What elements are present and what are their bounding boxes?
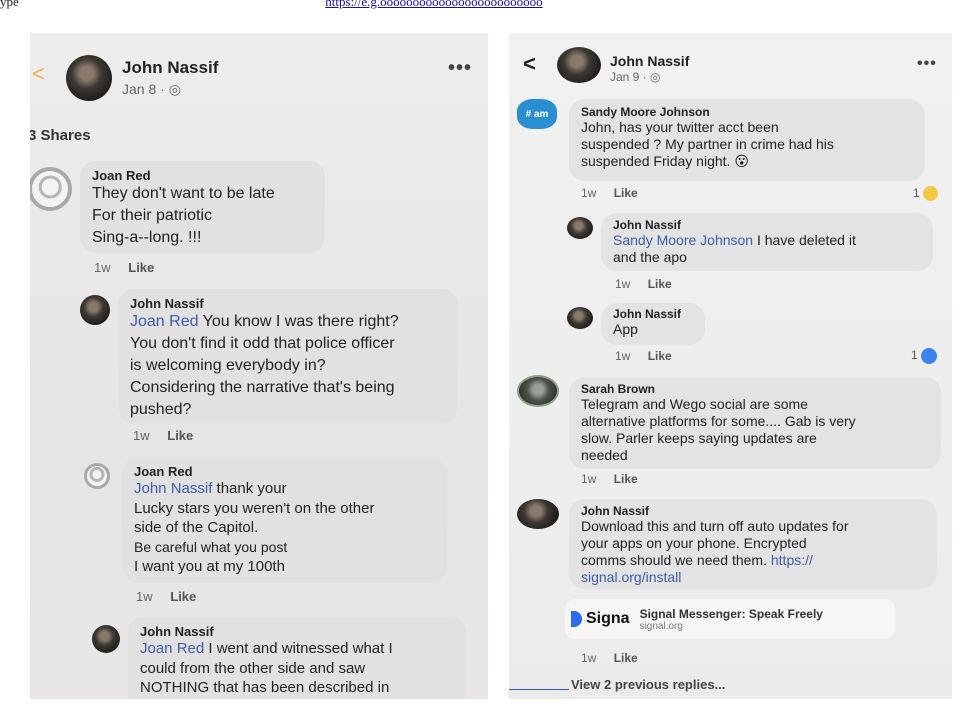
- commenter-name[interactable]: John Nassif: [613, 218, 921, 232]
- comment-time: 1w: [581, 472, 597, 486]
- comment-actions: 1w Like: [581, 472, 652, 486]
- comment-time: 1w: [581, 186, 597, 200]
- avatar[interactable]: [92, 625, 120, 653]
- link-preview-card[interactable]: Signa Signal Messenger: Speak Freely sig…: [565, 599, 895, 639]
- signal-link[interactable]: signal.org/install: [581, 569, 925, 586]
- avatar[interactable]: [66, 55, 112, 101]
- post-date: Jan 8 · ◎: [122, 81, 181, 97]
- back-arrow-icon[interactable]: <: [523, 51, 536, 77]
- commenter-name[interactable]: John Nassif: [581, 504, 925, 518]
- like-button[interactable]: Like: [128, 260, 154, 275]
- caption-link[interactable]: https://e.g.ooooooooooooooooooooooooo: [325, 0, 542, 9]
- comment-text: Telegram and Wego social are some altern…: [581, 396, 856, 463]
- post-date: Jan 9 · ◎: [610, 70, 661, 84]
- commenter-name[interactable]: Joan Red: [92, 168, 313, 183]
- commenter-name[interactable]: Sandy Moore Johnson: [581, 105, 913, 119]
- mention-link[interactable]: Joan Red: [140, 640, 204, 657]
- comment-text: John Nassif thank your Lucky stars you w…: [134, 480, 375, 575]
- comment-time: 1w: [615, 349, 631, 363]
- post-header: < John Nassif Jan 9 · ◎ •••: [509, 33, 952, 93]
- comment-actions: 1w Like: [133, 428, 207, 443]
- comment-text: John, has your twitter acct been suspend…: [581, 119, 834, 169]
- right-screenshot: < John Nassif Jan 9 · ◎ ••• # am Sandy M…: [509, 33, 952, 699]
- comment-bubble: Sandy Moore Johnson John, has your twitt…: [569, 99, 925, 181]
- surprised-emoji-icon: 😮: [734, 153, 749, 169]
- signal-link[interactable]: https://: [771, 552, 813, 568]
- link-domain: signal.org: [639, 620, 683, 632]
- globe-icon: ◎: [168, 81, 181, 97]
- signal-icon: [571, 611, 582, 627]
- comment-text: Sandy Moore Johnson I have deleted it an…: [613, 232, 856, 265]
- comment-text: They don't want to be late For their pat…: [92, 185, 275, 246]
- globe-icon: ◎: [650, 70, 661, 84]
- left-screenshot: < John Nassif Jan 8 · ◎ ••• 3 Shares Joa…: [30, 33, 488, 699]
- comment-bubble: Joan Red John Nassif thank your Lucky st…: [122, 457, 447, 583]
- comment-text: Joan Red I went and witnessed what I cou…: [140, 640, 393, 696]
- commenter-name[interactable]: John Nassif: [140, 624, 454, 639]
- commenter-name[interactable]: John Nassif: [613, 307, 693, 321]
- comment-bubble: John Nassif Download this and turn off a…: [569, 499, 937, 589]
- like-button[interactable]: Like: [614, 472, 638, 486]
- like-button[interactable]: Like: [648, 277, 672, 291]
- back-arrow-icon[interactable]: <: [32, 61, 45, 87]
- link-title: Signal Messenger: Speak Freely: [639, 606, 823, 621]
- mention-link[interactable]: Sandy Moore Johnson: [613, 232, 753, 248]
- comment-bubble: John Nassif Sandy Moore Johnson I have d…: [601, 213, 933, 271]
- author-name[interactable]: John Nassif: [122, 58, 218, 78]
- comment-bubble: Sarah Brown Telegram and Wego social are…: [569, 377, 941, 469]
- more-options-icon[interactable]: •••: [448, 57, 472, 80]
- mention-link[interactable]: Joan Red: [130, 313, 199, 330]
- avatar[interactable]: [84, 463, 110, 489]
- shares-count[interactable]: 3 Shares: [30, 127, 91, 144]
- comment-actions: 1w Like: [581, 186, 652, 200]
- reaction-count[interactable]: 1: [911, 348, 938, 364]
- author-name[interactable]: John Nassif: [610, 53, 689, 69]
- comment-time: 1w: [133, 428, 150, 443]
- top-caption: ype https://e.g.oooooooooooooooooooooooo…: [0, 0, 980, 10]
- like-reaction-icon: [921, 348, 938, 364]
- like-button[interactable]: Like: [614, 186, 638, 200]
- comment-bubble: John Nassif App: [601, 303, 705, 345]
- avatar[interactable]: [517, 375, 559, 407]
- avatar[interactable]: [557, 47, 601, 83]
- avatar[interactable]: [517, 499, 559, 529]
- mention-link[interactable]: John Nassif: [134, 480, 212, 497]
- view-previous-replies-link[interactable]: View 2 previous replies...: [571, 677, 725, 692]
- commenter-name[interactable]: John Nassif: [130, 296, 446, 311]
- avatar[interactable]: [80, 295, 110, 325]
- reaction-count[interactable]: 1: [913, 186, 939, 202]
- post-header: < John Nassif Jan 8 · ◎ •••: [30, 33, 488, 111]
- comment-text: App: [613, 321, 638, 337]
- comment-actions: 1w Like: [581, 651, 652, 665]
- avatar[interactable]: # am: [517, 99, 557, 129]
- wow-reaction-icon: [923, 186, 939, 202]
- like-button[interactable]: Like: [167, 428, 193, 443]
- comment-time: 1w: [581, 651, 597, 665]
- like-button[interactable]: Like: [648, 349, 672, 363]
- comment-actions: 1w Like: [615, 349, 686, 363]
- comment-actions: 1w Like: [94, 260, 168, 275]
- commenter-name[interactable]: Joan Red: [134, 464, 435, 479]
- comment-time: 1w: [94, 260, 111, 275]
- comment-time: 1w: [615, 277, 631, 291]
- comment-text: Download this and turn off auto updates …: [581, 518, 925, 586]
- comment-actions: 1w Like: [136, 589, 210, 604]
- comment-bubble: John Nassif Joan Red I went and witnesse…: [128, 617, 466, 699]
- avatar[interactable]: [567, 307, 593, 329]
- signal-logo: Signa: [571, 610, 630, 628]
- like-button[interactable]: Like: [614, 651, 638, 665]
- more-options-icon[interactable]: •••: [917, 55, 937, 73]
- thread-line: [509, 689, 569, 690]
- comment-bubble: John Nassif Joan Red You know I was ther…: [118, 289, 458, 423]
- like-button[interactable]: Like: [170, 589, 196, 604]
- avatar[interactable]: [30, 167, 72, 211]
- avatar[interactable]: [567, 217, 593, 239]
- comment-actions: 1w Like: [615, 277, 686, 291]
- comment-bubble: Joan Red They don't want to be late For …: [80, 161, 325, 253]
- caption-text: ype: [0, 0, 19, 9]
- commenter-name[interactable]: Sarah Brown: [581, 382, 929, 396]
- comment-text: Joan Red You know I was there right? You…: [130, 313, 399, 418]
- comment-time: 1w: [136, 589, 153, 604]
